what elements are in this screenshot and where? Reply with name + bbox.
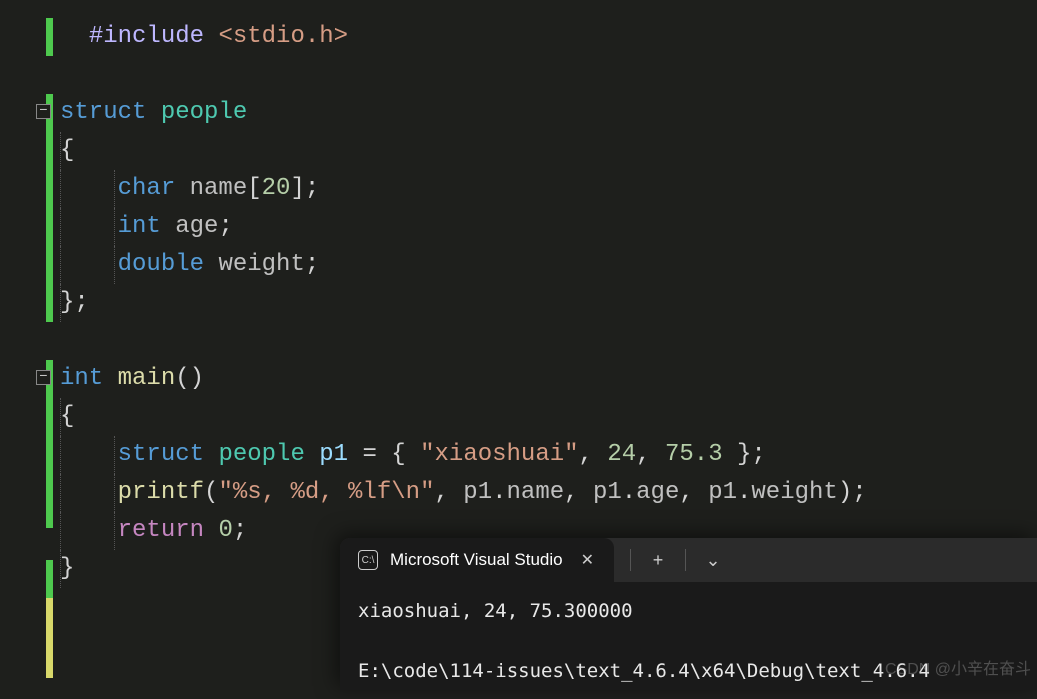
output-line: xiaoshuai, 24, 75.300000	[358, 600, 633, 622]
terminal-tab[interactable]: C:\ Microsoft Visual Studio ✕	[340, 538, 614, 582]
new-tab-button[interactable]: +	[641, 545, 675, 575]
output-line: E:\code\114-issues\text_4.6.4\x64\Debug\…	[358, 660, 930, 682]
code-line: int age;	[60, 208, 1037, 246]
code-line: {	[60, 398, 1037, 436]
terminal-output[interactable]: xiaoshuai, 24, 75.300000 E:\code\114-iss…	[340, 582, 1037, 690]
code-line: −int main()	[60, 360, 1037, 398]
terminal-tab-title: Microsoft Visual Studio	[390, 550, 563, 570]
terminal-window[interactable]: C:\ Microsoft Visual Studio ✕ + ⌄ xiaosh…	[340, 538, 1037, 690]
code-line: };	[60, 284, 1037, 322]
code-line: struct people p1 = { "xiaoshuai", 24, 75…	[60, 436, 1037, 474]
code-line: {	[60, 132, 1037, 170]
code-line	[60, 56, 1037, 94]
code-line: char name[20];	[60, 170, 1037, 208]
editor-gutter	[0, 0, 60, 699]
code-line: #include <stdio.h>	[60, 18, 1037, 56]
fold-toggle[interactable]: −	[36, 104, 51, 119]
terminal-tab-actions: + ⌄	[614, 545, 740, 575]
close-icon[interactable]: ✕	[575, 548, 600, 572]
code-line: printf("%s, %d, %lf\n", p1.name, p1.age,…	[60, 474, 1037, 512]
terminal-tabbar: C:\ Microsoft Visual Studio ✕ + ⌄	[340, 538, 1037, 582]
cmd-icon: C:\	[358, 550, 378, 570]
code-line: −struct people	[60, 94, 1037, 132]
code-line	[60, 322, 1037, 360]
code-line: double weight;	[60, 246, 1037, 284]
tab-dropdown-button[interactable]: ⌄	[696, 545, 730, 575]
fold-toggle[interactable]: −	[36, 370, 51, 385]
